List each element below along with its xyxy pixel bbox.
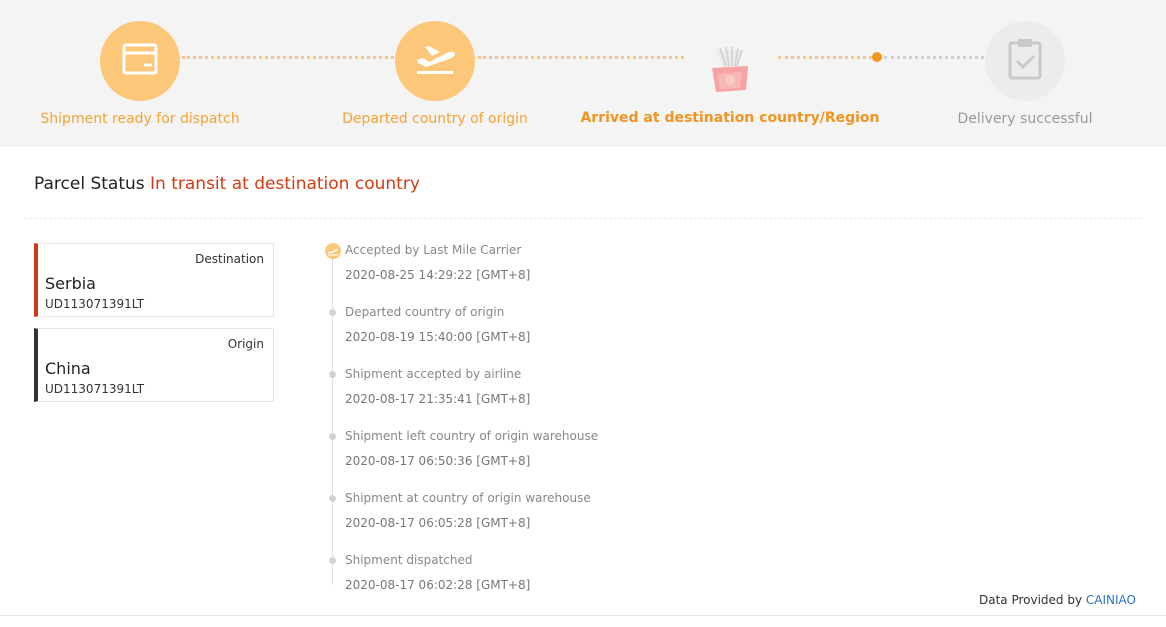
progress-tracker: Shipment ready for dispatch Departed cou… xyxy=(0,0,1166,147)
data-provider-credit: Data Provided by CAINIAO xyxy=(979,593,1136,607)
timeline-dot xyxy=(329,495,336,502)
parcel-status-value: In transit at destination country xyxy=(150,174,420,194)
timeline-event-title: Shipment dispatched xyxy=(345,553,473,567)
progress-connector xyxy=(778,56,872,59)
box-icon xyxy=(120,39,160,83)
origin-role: Origin xyxy=(227,337,264,351)
origin-country: China xyxy=(45,359,91,378)
timeline-dot xyxy=(329,309,336,316)
section-divider xyxy=(24,218,1142,219)
origin-card: Origin China UD113071391LT xyxy=(34,328,274,402)
timeline-dot xyxy=(329,433,336,440)
step-departed-circle xyxy=(395,21,475,101)
timeline-dot xyxy=(329,557,336,564)
destination-card: Destination Serbia UD113071391LT xyxy=(34,243,274,317)
arrival-image xyxy=(706,44,754,94)
origin-tracking-number: UD113071391LT xyxy=(45,382,145,396)
timeline-event-title: Shipment at country of origin warehouse xyxy=(345,491,591,505)
timeline-event-time: 2020-08-17 06:50:36 [GMT+8] xyxy=(345,454,531,468)
timeline-event-time: 2020-08-25 14:29:22 [GMT+8] xyxy=(345,268,531,282)
destination-country: Serbia xyxy=(45,274,96,293)
destination-role: Destination xyxy=(195,252,264,266)
timeline-event-title: Departed country of origin xyxy=(345,305,505,319)
progress-connector xyxy=(478,56,684,59)
data-provider-prefix: Data Provided by xyxy=(978,593,1083,607)
clipboard-check-icon xyxy=(1007,37,1043,85)
step-delivered-circle xyxy=(985,21,1065,101)
step-departed-label: Departed country of origin xyxy=(342,111,528,127)
step-ready-label: Shipment ready for dispatch xyxy=(40,111,240,127)
progress-connector-pending xyxy=(884,56,984,59)
timeline-event-time: 2020-08-17 21:35:41 [GMT+8] xyxy=(345,392,531,406)
progress-connector xyxy=(182,56,394,59)
timeline-event-time: 2020-08-19 15:40:00 [GMT+8] xyxy=(345,330,531,344)
step-delivered-label: Delivery successful xyxy=(957,111,1093,127)
current-step-marker xyxy=(872,52,882,62)
timeline-dot xyxy=(329,371,336,378)
data-provider-link[interactable]: CAINIAO xyxy=(1086,593,1136,607)
timeline-event-title: Shipment accepted by airline xyxy=(345,367,522,381)
bottom-divider xyxy=(0,615,1166,616)
timeline-event-title: Shipment left country of origin warehous… xyxy=(345,429,599,443)
step-arrived-label: Arrived at destination country/Region xyxy=(580,110,880,126)
parcel-status-label: Parcel Status xyxy=(34,174,145,194)
step-ready-circle xyxy=(100,21,180,101)
timeline-event-time: 2020-08-17 06:05:28 [GMT+8] xyxy=(345,516,531,530)
plane-takeoff-icon xyxy=(412,39,458,83)
timeline-event-time: 2020-08-17 06:02:28 [GMT+8] xyxy=(345,578,531,592)
timeline-line xyxy=(332,250,333,585)
parcel-status: Parcel Status In transit at destination … xyxy=(34,174,420,194)
latest-event-plane-icon xyxy=(325,243,341,259)
timeline-event-title: Accepted by Last Mile Carrier xyxy=(345,243,522,257)
destination-tracking-number: UD113071391LT xyxy=(45,297,145,311)
